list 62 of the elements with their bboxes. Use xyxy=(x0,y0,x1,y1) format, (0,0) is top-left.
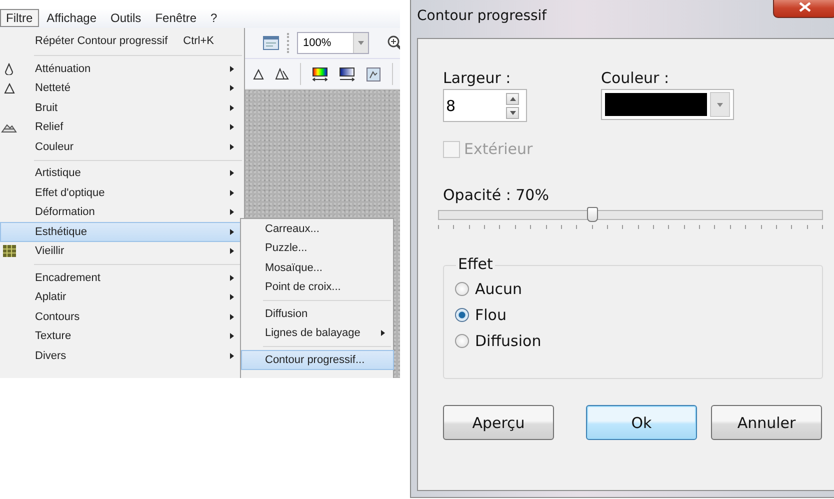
spin-up-button[interactable] xyxy=(506,92,519,104)
radio-label: Aucun xyxy=(475,280,522,298)
opacity-label: Opacité : 70% xyxy=(443,186,550,204)
checkbox-label: Extérieur xyxy=(464,140,533,158)
menu-item[interactable]: Contours xyxy=(0,307,244,326)
menu-item[interactable]: Répéter Contour progressif Ctrl+K xyxy=(0,30,244,52)
menu-item[interactable]: Vieillir xyxy=(0,242,244,261)
menu-item[interactable]: Artistique xyxy=(0,164,244,183)
menu-item[interactable]: Encadrement xyxy=(0,268,244,288)
menu-item[interactable]: Puzzle... xyxy=(241,238,393,258)
triangle-icon[interactable] xyxy=(253,68,264,80)
menu-item[interactable]: Point de croix... xyxy=(241,278,393,297)
radio-button[interactable] xyxy=(455,282,469,296)
menu-item[interactable]: Lignes de balayage xyxy=(241,324,393,343)
color-picker[interactable] xyxy=(601,89,734,120)
spin-down-button[interactable] xyxy=(506,106,519,118)
menu-item[interactable]: Contour progressif... xyxy=(241,350,394,370)
menu-item[interactable]: Relief xyxy=(0,118,244,137)
field-label: Largeur : xyxy=(443,69,512,87)
radio-button[interactable] xyxy=(455,334,469,348)
menu-item[interactable]: Bruit xyxy=(0,98,244,118)
menu-item[interactable]: Aplatir xyxy=(0,288,244,307)
drop-icon xyxy=(4,62,14,75)
menu-item[interactable]: Déformation xyxy=(0,202,244,222)
dialog-button[interactable]: Aperçu xyxy=(443,405,554,440)
menu-item[interactable]: Diffusion xyxy=(241,304,393,324)
dialog-button[interactable]: Ok xyxy=(586,405,697,440)
menu-item[interactable]: Divers xyxy=(0,346,244,366)
menu-bar-item[interactable]: Fenêtre xyxy=(149,9,203,27)
double-triangle-icon[interactable] xyxy=(275,68,289,80)
menu-bar-item[interactable]: Filtre xyxy=(0,9,39,27)
zoom-in-icon[interactable] xyxy=(387,35,400,51)
zoom-combo[interactable]: 100% xyxy=(297,32,369,54)
field-label: Couleur : xyxy=(601,69,670,87)
window-title: Contour progressif xyxy=(416,8,547,24)
menu-bar-item[interactable]: Outils xyxy=(104,9,148,27)
menu-item[interactable]: Mosaïque... xyxy=(241,258,393,278)
menu-item[interactable]: Carreaux... xyxy=(241,219,393,238)
window-icon[interactable] xyxy=(263,36,279,50)
mountain-icon xyxy=(1,122,17,133)
menu-item[interactable]: Effet d'optique xyxy=(0,183,244,202)
rainbow-icon[interactable] xyxy=(312,66,328,82)
gradient-icon[interactable] xyxy=(339,66,355,82)
menu-item[interactable]: Couleur xyxy=(0,137,244,156)
grid-icon xyxy=(2,245,16,258)
menu-item[interactable]: Texture xyxy=(0,326,244,346)
radio-label: Diffusion xyxy=(475,332,542,350)
menu-item[interactable]: Netteté xyxy=(0,78,244,98)
dialog-button[interactable]: Annuler xyxy=(711,405,822,440)
radio-label: Flou xyxy=(475,306,506,324)
width-spin-field[interactable]: 8 xyxy=(443,89,527,122)
slider-thumb[interactable] xyxy=(587,207,598,222)
triangle-icon xyxy=(4,82,14,94)
close-button[interactable] xyxy=(773,0,834,18)
shortcut-text: Ctrl+K xyxy=(183,35,214,47)
opacity-slider[interactable] xyxy=(438,210,823,229)
menu-bar-item[interactable]: Affichage xyxy=(40,9,102,27)
menu-bar-item[interactable]: ? xyxy=(204,9,224,27)
menu-item[interactable]: Atténuation xyxy=(0,59,244,78)
close-icon xyxy=(799,2,811,12)
picture-icon[interactable] xyxy=(366,66,381,82)
radio-button[interactable] xyxy=(455,308,469,322)
